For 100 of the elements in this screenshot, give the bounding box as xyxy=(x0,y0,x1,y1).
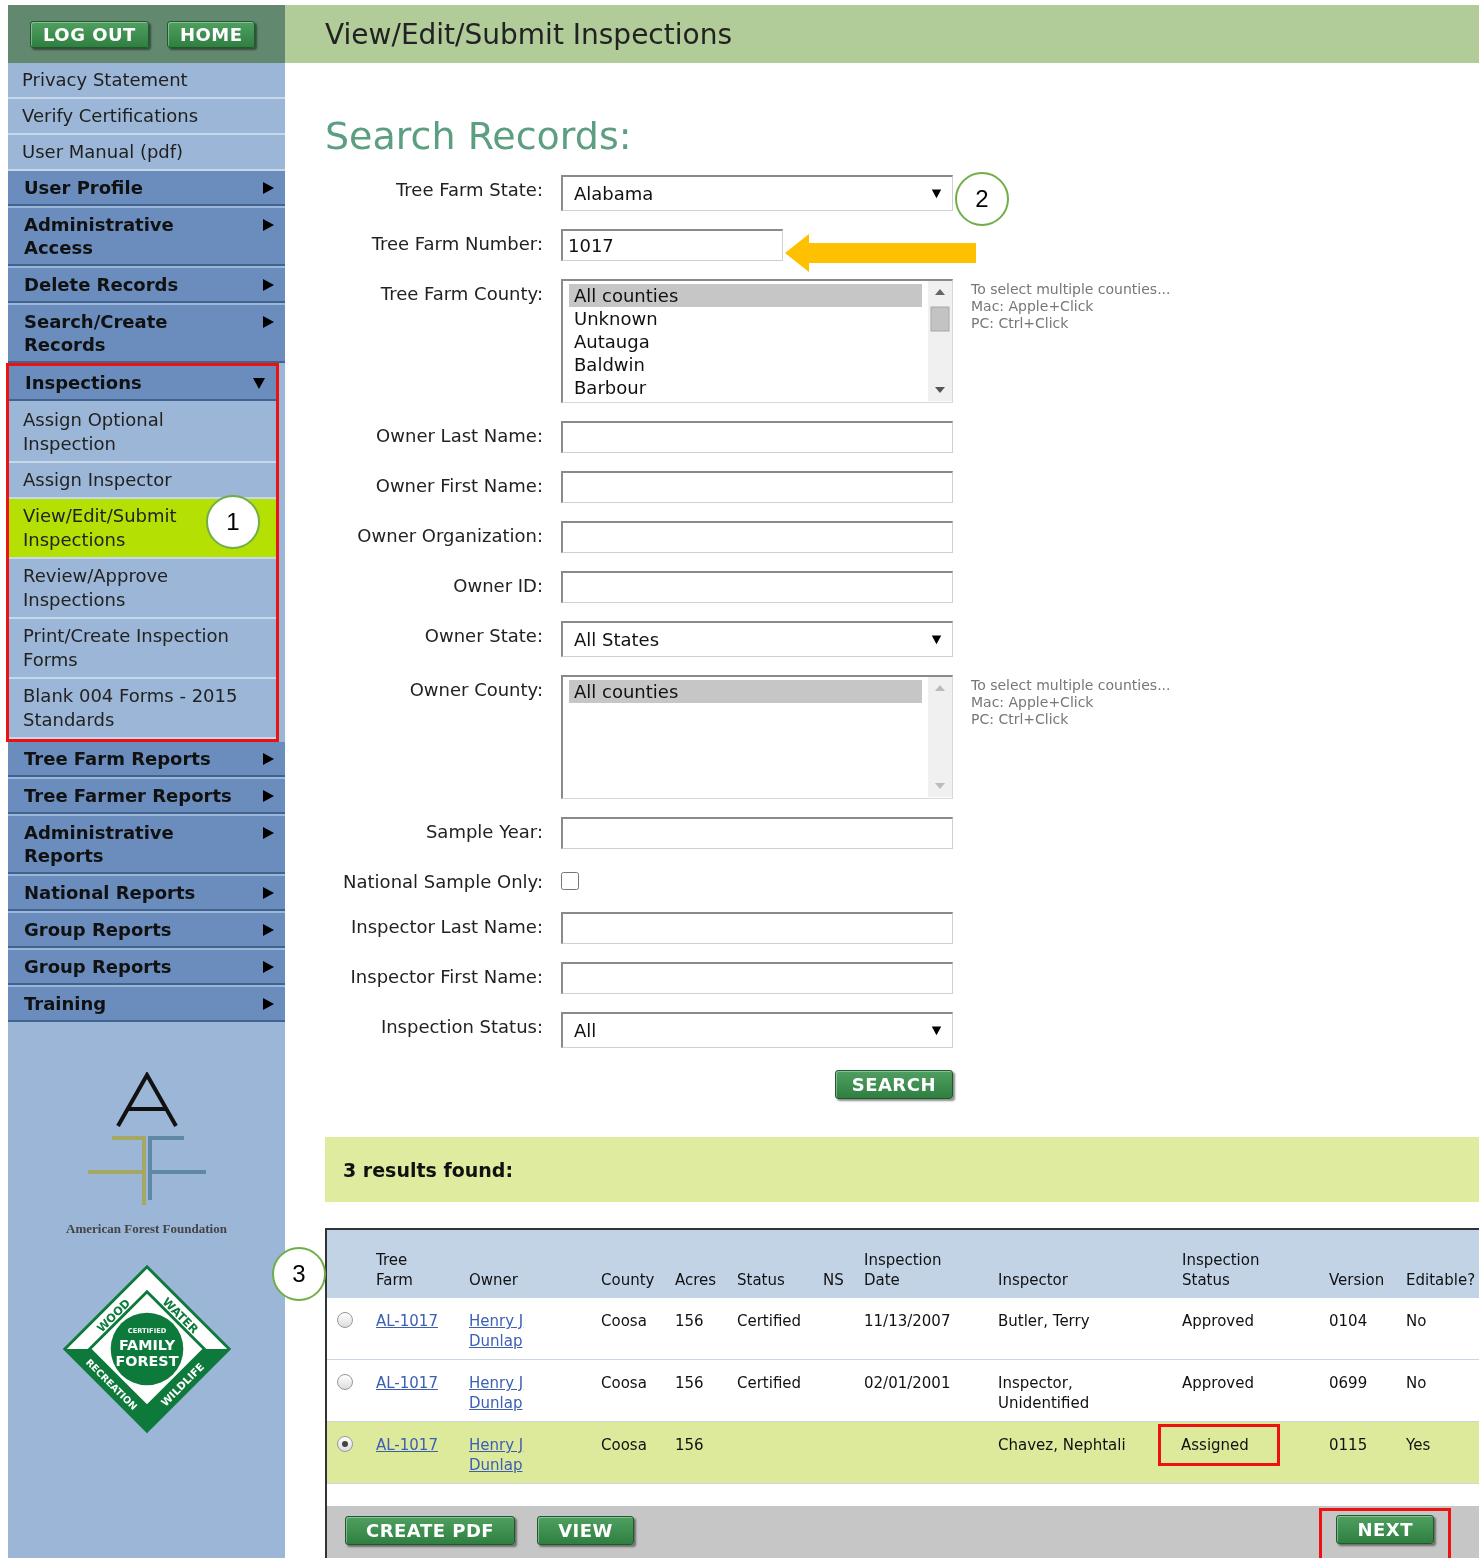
menu-section[interactable]: National Reports xyxy=(8,876,285,911)
table-cell: Approved xyxy=(1182,1359,1329,1422)
menu-section[interactable]: Inspections xyxy=(9,366,276,401)
submenu-item[interactable]: Print/Create Inspection Forms xyxy=(9,619,276,679)
field-label: Owner Organization: xyxy=(356,524,543,546)
owner-link[interactable]: Henry J Dunlap xyxy=(469,1373,539,1413)
hint-text: To select multiple counties... Mac: Apple+Click PC: Ctrl+Click xyxy=(971,280,1172,332)
sidebar-link[interactable]: Verify Certifications xyxy=(8,99,285,135)
column-header: Editable? xyxy=(1406,1270,1476,1290)
text-field[interactable] xyxy=(561,817,953,849)
list-option[interactable]: Autauga xyxy=(569,330,922,353)
field-label: Inspector First Name: xyxy=(349,965,543,987)
section-heading: Search Records: xyxy=(325,113,633,159)
list-option[interactable]: Baldwin xyxy=(569,353,922,376)
menu-section[interactable]: User Profile xyxy=(8,171,285,206)
table-cell: Coosa xyxy=(601,1421,675,1484)
list-option[interactable]: Barbour xyxy=(569,376,922,399)
tree-farm-link[interactable]: AL-1017 xyxy=(376,1436,438,1454)
caret-icon xyxy=(931,1025,942,1036)
menu-section[interactable]: Administrative Access xyxy=(8,208,285,266)
text-field[interactable] xyxy=(561,521,953,553)
field-label: Tree Farm State: xyxy=(395,178,543,200)
caret-icon xyxy=(931,188,942,199)
menu-section[interactable]: Administrative Reports xyxy=(8,816,285,874)
column-header: Inspector xyxy=(998,1270,1068,1290)
column-header: Acres xyxy=(675,1270,717,1290)
menu-section[interactable]: Tree Farm Reports xyxy=(8,742,285,777)
table-cell: 156 xyxy=(675,1359,737,1422)
header-button[interactable]: LOG OUT xyxy=(30,20,149,48)
action-button[interactable]: CREATE PDF xyxy=(345,1516,516,1545)
table-cell: 0115 xyxy=(1329,1421,1406,1484)
callout-number: 2 xyxy=(955,172,1009,226)
list-option[interactable]: All counties xyxy=(569,284,922,307)
field-label: Owner ID: xyxy=(452,574,543,596)
scrollbar[interactable] xyxy=(928,281,952,401)
table-cell: No xyxy=(1406,1359,1479,1422)
hint-text: To select multiple counties... Mac: Apple+Click PC: Ctrl+Click xyxy=(971,676,1172,728)
menu-section[interactable]: Tree Farmer Reports xyxy=(8,779,285,814)
text-field[interactable]: 1017 xyxy=(561,229,783,261)
radio-button[interactable] xyxy=(337,1436,353,1452)
text-field[interactable] xyxy=(561,962,953,994)
search-button[interactable]: SEARCH xyxy=(834,1070,953,1099)
table-cell: Approved xyxy=(1182,1298,1329,1360)
page-title: View/Edit/Submit Inspections xyxy=(285,5,1479,63)
column-header: Inspection Status xyxy=(1182,1250,1260,1290)
column-header: Version xyxy=(1329,1270,1385,1290)
radio-button[interactable] xyxy=(337,1374,353,1390)
field-label: National Sample Only: xyxy=(342,870,543,892)
radio-button[interactable] xyxy=(337,1312,353,1328)
menu-section[interactable]: Group Reports xyxy=(8,950,285,985)
submenu-item[interactable]: Assign Optional Inspection xyxy=(9,403,276,463)
text-field[interactable] xyxy=(561,471,953,503)
dropdown[interactable]: All States xyxy=(561,621,953,657)
table-cell: Coosa xyxy=(601,1298,675,1360)
field-label: Owner First Name: xyxy=(374,474,543,496)
list-option[interactable]: Unknown xyxy=(569,307,922,330)
checkbox[interactable] xyxy=(561,872,579,890)
tree-farm-link[interactable]: AL-1017 xyxy=(376,1374,438,1392)
sidebar-link[interactable]: Privacy Statement xyxy=(8,63,285,99)
column-header: NS xyxy=(823,1270,844,1290)
dropdown[interactable]: Alabama xyxy=(561,175,953,211)
text-field[interactable] xyxy=(561,571,953,603)
table-cell: Inspector, Unidentified xyxy=(998,1359,1182,1422)
callout-number: 1 xyxy=(206,495,260,549)
menu-section[interactable]: Training xyxy=(8,987,285,1022)
table-cell: No xyxy=(1406,1298,1479,1360)
foundation-logo-icon xyxy=(85,1072,208,1207)
field-label: Owner County: xyxy=(408,678,543,700)
text-field[interactable] xyxy=(561,912,953,944)
column-header: Status xyxy=(737,1270,785,1290)
text-field[interactable] xyxy=(561,421,953,453)
action-button[interactable]: NEXT xyxy=(1336,1515,1434,1544)
column-header: Owner xyxy=(469,1270,518,1290)
menu-section[interactable]: Delete Records xyxy=(8,268,285,303)
list-box[interactable]: All counties Unknown Autauga Baldwin Barbour xyxy=(561,279,953,403)
header-button[interactable]: HOME xyxy=(166,20,256,48)
menu-section[interactable]: Search/Create Records xyxy=(8,305,285,363)
table-cell: 156 xyxy=(675,1421,737,1484)
column-header: County xyxy=(601,1270,655,1290)
list-option[interactable]: All counties xyxy=(569,680,922,703)
field-label: Tree Farm County: xyxy=(379,282,543,304)
field-label: Owner State: xyxy=(423,624,543,646)
results-count: 3 results found: xyxy=(343,1158,514,1181)
badge-text: FAMILY xyxy=(118,1337,175,1354)
action-button[interactable]: VIEW xyxy=(537,1516,634,1545)
scrollbar[interactable] xyxy=(928,677,952,797)
logo-caption: American Forest Foundation xyxy=(66,1221,227,1237)
menu-section[interactable]: Group Reports xyxy=(8,913,285,948)
callout-number: 3 xyxy=(272,1247,326,1301)
table-cell: 02/01/2001 xyxy=(864,1359,998,1422)
field-label: Inspection Status: xyxy=(379,1015,543,1037)
tree-farm-link[interactable]: AL-1017 xyxy=(376,1312,438,1330)
table-cell: Certified xyxy=(737,1359,823,1422)
dropdown[interactable]: All xyxy=(561,1012,953,1048)
column-header: Inspection Date xyxy=(864,1250,942,1290)
table-cell: Coosa xyxy=(601,1359,675,1422)
submenu-item[interactable]: Review/Approve Inspections xyxy=(9,559,276,619)
owner-link[interactable]: Henry J Dunlap xyxy=(469,1311,539,1351)
submenu-item[interactable]: Blank 004 Forms - 2015 Standards xyxy=(9,679,276,739)
list-box[interactable]: All counties xyxy=(561,675,953,799)
